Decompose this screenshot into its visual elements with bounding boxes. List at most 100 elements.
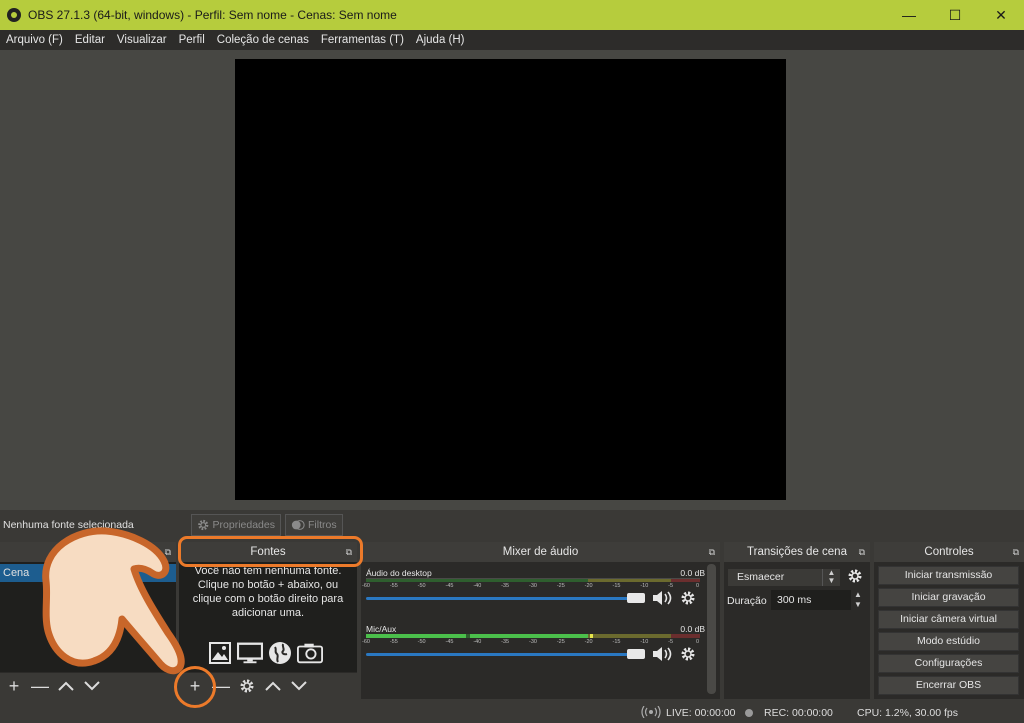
broadcast-icon [641,706,661,718]
sources-dock: Fontes ⧉ Você não tem nenhuma fonte. Cli… [179,542,357,699]
volume-slider-thumb[interactable] [627,649,645,659]
preview-area [0,50,1024,510]
display-capture-icon [237,640,263,666]
source-type-icons [207,640,323,666]
undock-icon[interactable]: ⧉ [346,547,352,558]
transition-select[interactable]: Esmaecer ▲ ▼ [727,568,841,587]
mixer-body: Áudio do desktop 0.0 dB -60 -55 -50 -45 -40-… [361,562,720,699]
filters-icon [291,520,305,530]
remove-source-button[interactable]: — [210,675,232,697]
transitions-body: Esmaecer ▲ ▼ Duração 300 ms ▲ ▼ [724,562,870,699]
rec-timer: REC: 00:00:00 [764,707,833,719]
meter-tick-label: 0 [696,583,700,589]
close-button[interactable]: ✕ [978,0,1024,30]
window-controls: — ☐ ✕ [886,0,1024,30]
move-source-down-button[interactable] [288,675,310,697]
settings-button[interactable]: Configurações [878,654,1019,673]
add-source-button[interactable]: + [184,675,206,697]
transitions-title: Transições de cena [747,546,847,558]
meter-tick-label: 0 [696,639,700,645]
menu-bar: Arquivo (F) Editar Visualizar Perfil Col… [0,30,1024,50]
add-scene-button[interactable]: + [3,675,25,697]
undock-icon[interactable]: ⧉ [709,547,715,558]
volume-slider[interactable] [366,597,634,600]
source-properties-button[interactable] [236,675,258,697]
menu-editar[interactable]: Editar [69,34,111,46]
speaker-icon[interactable] [652,590,674,606]
image-source-icon [207,640,233,666]
chevron-down-icon [84,681,100,691]
menu-perfil[interactable]: Perfil [173,34,211,46]
gear-icon[interactable] [847,568,863,584]
scenes-controls: + — [0,673,176,699]
move-scene-down-button[interactable] [81,675,103,697]
transitions-dock: Transições de cena ⧉ Esmaecer ▲ ▼ Duração… [724,542,870,699]
move-source-up-button[interactable] [262,675,284,697]
gear-icon[interactable] [680,590,696,606]
channel-name: Áudio do desktop [366,568,432,578]
menu-ajuda[interactable]: Ajuda (H) [410,34,471,46]
speaker-icon[interactable] [652,646,674,662]
volume-slider[interactable] [366,653,634,656]
move-scene-up-button[interactable] [55,675,77,697]
meter-tick-label: -40 [473,639,482,645]
start-streaming-button[interactable]: Iniciar transmissão [878,566,1019,585]
gear-icon[interactable] [680,646,696,662]
gear-icon [240,679,254,693]
meter-tick-label: -15 [612,583,621,589]
menu-arquivo[interactable]: Arquivo (F) [0,34,69,46]
meter-tick-label: -35 [501,639,510,645]
undock-icon[interactable]: ⧉ [859,547,865,558]
remove-scene-button[interactable]: — [29,675,51,697]
chevron-up-icon [265,681,281,691]
exit-button[interactable]: Encerrar OBS [878,676,1019,695]
cpu-fps: CPU: 1.2%, 30.00 fps [857,707,958,719]
meter-tick-label: -40 [473,583,482,589]
volume-meter [366,634,700,638]
meter-tick-label: -30 [529,639,537,645]
meter-tick-label: -25 [556,639,565,645]
chevron-down-icon [291,681,307,691]
duration-spinner[interactable]: ▲ ▼ [851,590,865,610]
scene-item[interactable]: Cena [0,564,176,582]
controls-body: Iniciar transmissão Iniciar gravação Ini… [874,562,1024,699]
undock-icon[interactable]: ⧉ [1013,547,1019,558]
meter-tick-label: -20 [584,639,593,645]
undock-icon[interactable]: ⧉ [165,547,171,558]
minimize-button[interactable]: — [886,0,932,30]
mixer-scrollbar[interactable] [707,564,716,694]
meter-tick-label: -60 [362,583,370,589]
properties-button[interactable]: Propriedades [191,514,281,536]
start-recording-button[interactable]: Iniciar gravação [878,588,1019,607]
properties-label: Propriedades [212,519,275,531]
title-bar: OBS 27.1.3 (64-bit, windows) - Perfil: S… [0,0,1024,30]
menu-ferramentas[interactable]: Ferramentas (T) [315,34,410,46]
filters-button[interactable]: Filtros [285,514,343,536]
preview-canvas[interactable] [235,59,786,500]
sources-list[interactable]: Você não tem nenhuma fonte. Clique no bo… [179,562,357,672]
menu-colecao-de-cenas[interactable]: Coleção de cenas [211,34,315,46]
menu-visualizar[interactable]: Visualizar [111,34,173,46]
meter-ticks: -60 -55 -50 -45 -40 -35 -30 -25 -20 -15 -10 -5 0 [362,583,700,591]
channel-db: 0.0 dB [680,568,705,578]
meter-tick-label: -15 [612,639,621,645]
controls-title: Controles [924,546,974,558]
meter-tick-label: -35 [501,583,510,589]
mixer-channel-desktop-audio: Áudio do desktop 0.0 dB -60 -55 -50 -45 -40-… [362,568,705,612]
volume-slider-thumb[interactable] [627,593,645,603]
rec-indicator-icon [745,709,753,717]
meter-tick-label: -20 [584,583,593,589]
start-virtual-camera-button[interactable]: Iniciar câmera virtual [878,610,1019,629]
studio-mode-button[interactable]: Modo estúdio [878,632,1019,651]
window-title: OBS 27.1.3 (64-bit, windows) - Perfil: S… [28,8,397,22]
live-timer: LIVE: 00:00:00 [666,707,736,719]
transitions-dock-header: Transições de cena ⧉ [724,542,870,562]
duration-input[interactable]: 300 ms [771,590,851,610]
maximize-button[interactable]: ☐ [932,0,978,30]
status-bar: LIVE: 00:00:00 REC: 00:00:00 CPU: 1.2%, … [0,701,1024,723]
gear-icon [198,519,209,531]
meter-tick-label: -25 [556,583,565,589]
duration-label: Duração [727,595,767,607]
meter-tick-label: -30 [529,583,537,589]
transition-select-value: Esmaecer [737,571,785,583]
